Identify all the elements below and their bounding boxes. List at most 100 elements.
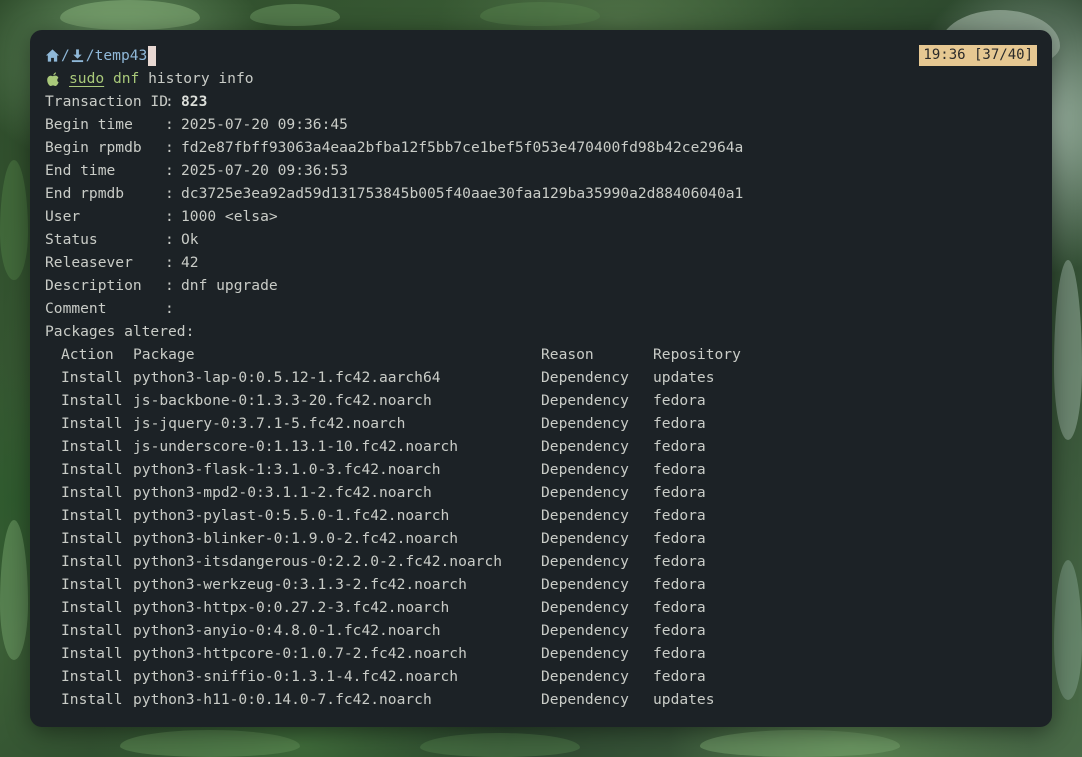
table-row: Install python3-werkzeug-0:3.1.3-2.fc42.n… xyxy=(45,573,1037,596)
cell-repository: updates xyxy=(653,369,715,386)
cell-repository: fedora xyxy=(653,507,706,524)
wallpaper-leaf xyxy=(60,0,200,30)
info-key: End time xyxy=(45,162,116,179)
info-key: Status xyxy=(45,231,98,248)
table-header: Action Package Reason Repository xyxy=(45,343,1037,366)
cell-reason: Dependency xyxy=(541,438,629,455)
info-line: Releasever:42 xyxy=(45,251,1037,274)
info-line: Status: Ok xyxy=(45,228,1037,251)
wallpaper-leaf xyxy=(420,733,580,757)
cell-action: Install xyxy=(61,438,123,455)
cell-package: python3-mpd2-0:3.1.1-2.fc42.noarch xyxy=(133,484,432,501)
terminal-window[interactable]: / /temp43 19:36 [37/40] sudo dnf history… xyxy=(30,30,1052,727)
cell-package: python3-itsdangerous-0:2.2.0-2.fc42.noar… xyxy=(133,553,503,570)
wallpaper-leaf xyxy=(120,730,300,757)
cell-package: python3-httpcore-0:1.0.7-2.fc42.noarch xyxy=(133,645,467,662)
table-row: Install python3-httpcore-0:1.0.7-2.fc42.n… xyxy=(45,642,1037,665)
cell-reason: Dependency xyxy=(541,599,629,616)
wallpaper-leaf xyxy=(0,160,28,280)
cell-package: python3-lap-0:0.5.12-1.fc42.aarch64 xyxy=(133,369,441,386)
table-row: Install python3-flask-1:3.1.0-3.fc42.noar… xyxy=(45,458,1037,481)
wallpaper-leaf xyxy=(0,520,28,660)
cell-action: Install xyxy=(61,622,123,639)
cell-action: Install xyxy=(61,576,123,593)
table-row: Install js-jquery-0:3.7.1-5.fc42.noarch De… xyxy=(45,412,1037,435)
current-directory: / /temp43 xyxy=(45,44,157,67)
info-line: End time:2025-07-20 09:36:53 xyxy=(45,159,1037,182)
cell-repository: fedora xyxy=(653,415,706,432)
cell-repository: fedora xyxy=(653,576,706,593)
info-value: 2025-07-20 09:36:53 xyxy=(181,162,348,179)
cell-repository: fedora xyxy=(653,392,706,409)
info-separator: : xyxy=(165,208,174,225)
home-icon xyxy=(45,49,60,62)
cell-package: js-underscore-0:1.13.1-10.fc42.noarch xyxy=(133,438,459,455)
cell-reason: Dependency xyxy=(541,392,629,409)
cell-package: python3-werkzeug-0:3.1.3-2.fc42.noarch xyxy=(133,576,467,593)
info-line: Begin time:2025-07-20 09:36:45 xyxy=(45,113,1037,136)
cell-repository: fedora xyxy=(653,668,706,685)
cell-repository: fedora xyxy=(653,599,706,616)
info-value: fd2e87fbff93063a4eaa2bfba12f5bb7ce1bef5f… xyxy=(181,139,744,156)
info-line: Transaction ID:823 xyxy=(45,90,1037,113)
path-text: /temp43 xyxy=(85,47,148,64)
info-value: 42 xyxy=(181,254,199,271)
cell-repository: updates xyxy=(653,691,715,708)
cell-reason: Dependency xyxy=(541,415,629,432)
download-icon xyxy=(71,49,83,63)
info-line: Begin rpmdb: fd2e87fbff93063a4eaa2bfba12f… xyxy=(45,136,1037,159)
cell-action: Install xyxy=(61,392,123,409)
header-action: Action xyxy=(61,346,114,363)
table-row: Install python3-pylast-0:5.5.0-1.fc42.noa… xyxy=(45,504,1037,527)
cell-reason: Dependency xyxy=(541,484,629,501)
info-separator: : xyxy=(165,185,174,202)
cell-repository: fedora xyxy=(653,530,706,547)
info-value: 823 xyxy=(181,93,208,110)
command-args: history info xyxy=(148,70,254,87)
command-sudo: sudo xyxy=(69,70,105,87)
cell-action: Install xyxy=(61,507,123,524)
info-separator: : xyxy=(165,300,174,317)
info-separator: : xyxy=(165,254,174,271)
cell-package: python3-pylast-0:5.5.0-1.fc42.noarch xyxy=(133,507,450,524)
cell-package: python3-httpx-0:0.27.2-3.fc42.noarch xyxy=(133,599,450,616)
text-cursor xyxy=(148,45,157,66)
table-row: Install python3-anyio-0:4.8.0-1.fc42.noar… xyxy=(45,619,1037,642)
info-separator: : xyxy=(165,277,174,294)
cell-reason: Dependency xyxy=(541,576,629,593)
cell-action: Install xyxy=(61,553,123,570)
info-separator: : xyxy=(165,93,174,110)
info-line: Comment: xyxy=(45,297,1037,320)
command-dnf: dnf xyxy=(112,70,140,87)
cell-package: python3-h11-0:0.14.0-7.fc42.noarch xyxy=(133,691,432,708)
info-separator: : xyxy=(165,231,174,248)
command-line[interactable]: sudo dnf history info xyxy=(45,67,1037,90)
prompt-line: / /temp43 19:36 [37/40] xyxy=(45,44,1037,67)
info-key: Description xyxy=(45,277,142,294)
cell-repository: fedora xyxy=(653,484,706,501)
table-row: Install python3-mpd2-0:3.1.1-2.fc42.noarc… xyxy=(45,481,1037,504)
table-row: Install python3-itsdangerous-0:2.2.0-2.fc… xyxy=(45,550,1037,573)
header-package: Package xyxy=(133,346,195,363)
wallpaper-leaf xyxy=(700,730,900,757)
cell-repository: fedora xyxy=(653,438,706,455)
info-line: Description: dnf upgrade xyxy=(45,274,1037,297)
packages-label: Packages altered: xyxy=(45,323,195,340)
info-line: User:1000 <elsa> xyxy=(45,205,1037,228)
apple-icon xyxy=(47,71,59,86)
table-row: Install js-underscore-0:1.13.1-10.fc42.no… xyxy=(45,435,1037,458)
info-value: 1000 <elsa> xyxy=(181,208,278,225)
cell-reason: Dependency xyxy=(541,507,629,524)
cell-reason: Dependency xyxy=(541,530,629,547)
cell-action: Install xyxy=(61,668,123,685)
table-row: Install js-backbone-0:1.3.3-20.fc42.noarc… xyxy=(45,389,1037,412)
cell-reason: Dependency xyxy=(541,369,629,386)
cell-reason: Dependency xyxy=(541,668,629,685)
wallpaper-leaf xyxy=(1054,260,1082,440)
cell-repository: fedora xyxy=(653,553,706,570)
transaction-info: Transaction ID:823 Begin time:2025-07-20 … xyxy=(45,90,1037,320)
header-repository: Repository xyxy=(653,346,741,363)
cell-action: Install xyxy=(61,530,123,547)
